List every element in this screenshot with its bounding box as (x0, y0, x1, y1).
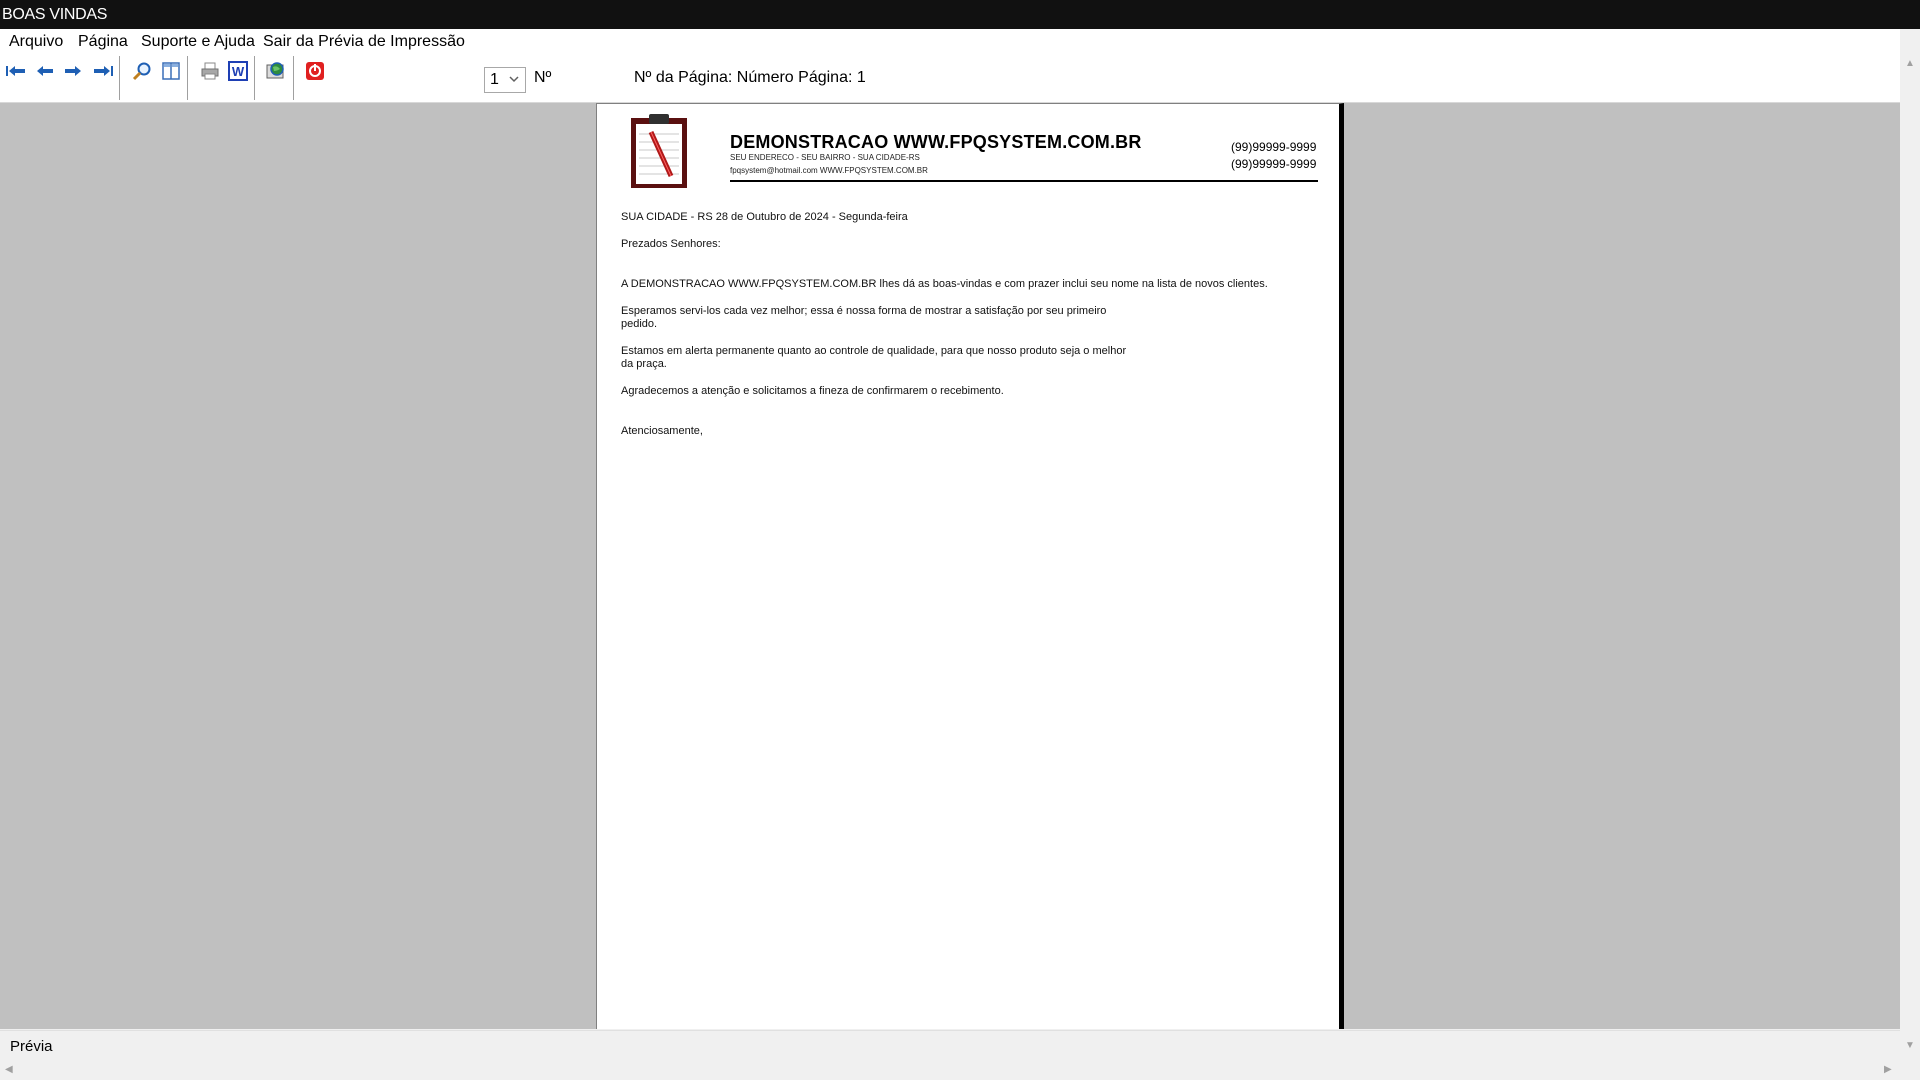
next-page-icon[interactable] (61, 59, 85, 83)
menu-arquivo[interactable]: Arquivo (9, 29, 63, 54)
letter-closing: Atenciosamente, (621, 425, 703, 437)
menu-bar: Arquivo Página Suporte e Ajuda Sair da P… (0, 29, 1900, 54)
toolbar-separator (187, 56, 189, 100)
zoom-icon[interactable] (130, 59, 154, 83)
toolbar: W 1 Nº Nº da Página: Número Página: 1 (0, 54, 1900, 103)
letter-paragraph: Agradecemos a atenção e solicitamos a fi… (621, 385, 1004, 397)
letter-paragraph: Estamos em alerta permanente quanto ao c… (621, 345, 1127, 357)
status-bar: Prévia (0, 1030, 1900, 1062)
menu-pagina[interactable]: Página (78, 29, 128, 54)
header-divider (730, 180, 1318, 182)
page-number-value: 1 (490, 71, 499, 88)
toolbar-separator (119, 56, 121, 100)
company-email-site: fpqsystem@hotmail.com WWW.FPQSYSTEM.COM.… (730, 166, 928, 175)
preview-viewport[interactable]: DEMONSTRACAO WWW.FPQSYSTEM.COM.BR SEU EN… (0, 103, 1900, 1029)
letter-paragraph: A DEMONSTRACAO WWW.FPQSYSTEM.COM.BR lhes… (621, 278, 1268, 290)
page-number-select[interactable]: 1 (484, 67, 526, 93)
chevron-down-icon (508, 72, 520, 91)
window-title: BOAS VINDAS (2, 6, 108, 23)
vertical-scrollbar[interactable]: ▲ ▼ (1900, 54, 1920, 1061)
close-preview-icon[interactable] (303, 59, 327, 83)
scroll-left-icon[interactable]: ◀ (5, 1064, 13, 1075)
svg-text:W: W (232, 64, 245, 79)
letter-date-line: SUA CIDADE - RS 28 de Outubro de 2024 - … (621, 211, 908, 223)
page-number-label: Nº (534, 69, 552, 86)
company-address: SEU ENDERECO - SEU BAIRRO - SUA CIDADE-R… (730, 153, 920, 162)
letter-paragraph: Esperamos servi-los cada vez melhor; ess… (621, 305, 1107, 317)
letter-salutation: Prezados Senhores: (621, 238, 721, 250)
company-name: DEMONSTRACAO WWW.FPQSYSTEM.COM.BR (730, 132, 1142, 152)
scroll-up-icon[interactable]: ▲ (1905, 58, 1915, 69)
window-title-bar: BOAS VINDAS (0, 0, 1920, 29)
menu-sair-previa[interactable]: Sair da Prévia de Impressão (263, 29, 465, 54)
status-text: Prévia (10, 1038, 53, 1055)
menu-suporte-ajuda[interactable]: Suporte e Ajuda (141, 29, 255, 54)
clipboard-logo-icon (631, 114, 687, 188)
company-phone-2: (99)99999-9999 (1231, 157, 1317, 171)
letter-paragraph: da praça. (621, 358, 667, 370)
letter-paragraph: pedido. (621, 318, 658, 330)
page-info-text: Nº da Página: Número Página: 1 (634, 69, 866, 86)
document-page: DEMONSTRACAO WWW.FPQSYSTEM.COM.BR SEU EN… (596, 103, 1344, 1029)
word-export-icon[interactable]: W (226, 59, 250, 83)
last-page-icon[interactable] (91, 59, 115, 83)
print-icon[interactable] (198, 59, 222, 83)
scroll-right-icon[interactable]: ▶ (1884, 1064, 1892, 1075)
company-phone-1: (99)99999-9999 (1231, 140, 1317, 154)
first-page-icon[interactable] (4, 59, 28, 83)
prev-page-icon[interactable] (33, 59, 57, 83)
web-export-icon[interactable] (264, 59, 288, 83)
scroll-down-icon[interactable]: ▼ (1905, 1040, 1915, 1051)
toolbar-separator (254, 56, 256, 100)
horizontal-scrollbar[interactable]: ◀ ▶ (0, 1061, 1920, 1080)
page-layout-icon[interactable] (159, 59, 183, 83)
toolbar-separator (293, 56, 295, 100)
